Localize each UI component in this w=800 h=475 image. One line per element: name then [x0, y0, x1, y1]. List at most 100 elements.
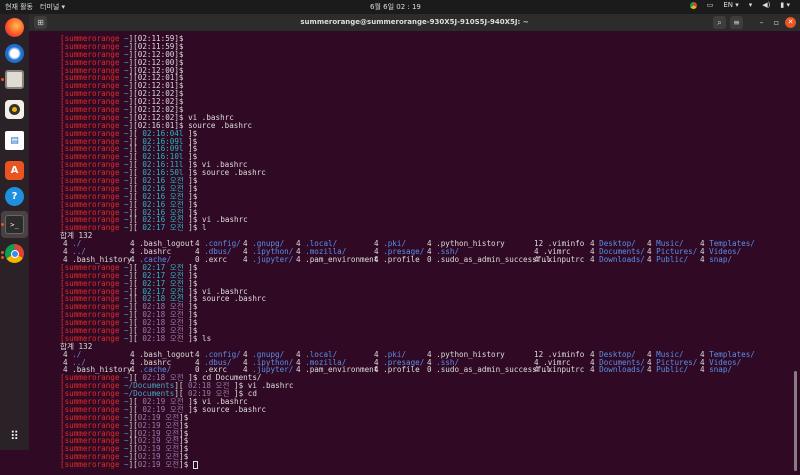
command-text: vi .bashrc — [202, 215, 248, 225]
battery-icon[interactable]: ▮ ▾ — [780, 1, 790, 9]
ls-entry: 4 snap/ — [700, 254, 733, 264]
prompt-symbol: ]$ — [183, 333, 198, 343]
prompt-line: [summerorange ~][ 02:17 오전 ]$ l — [60, 224, 800, 232]
directory-name: .jupyter/ — [252, 254, 294, 264]
prompt-line: [summerorange ~][ 02:18 오전 ]$ ls — [60, 333, 800, 343]
ls-entry: 0 .sudo_as_admin_successful — [427, 254, 550, 264]
terminal-icon[interactable]: >_ — [5, 215, 24, 234]
software-icon[interactable]: A — [5, 161, 24, 180]
top-bar: 현재 활동 터미널 ▾ 6월 6일 02 : 19 ▭ EN ▾ ▾ ◀) ▮ … — [0, 0, 800, 14]
running-indicator — [1, 223, 4, 226]
directory-name: Downloads/ — [599, 254, 645, 264]
file-size: 4 — [534, 365, 539, 375]
command-text: ls — [202, 333, 212, 343]
ls-entry: 4 .profile — [374, 366, 420, 374]
file-size: 0 — [427, 254, 432, 264]
chrome-tray-icon[interactable] — [689, 1, 697, 9]
running-indicator — [1, 78, 4, 81]
running-indicator — [1, 251, 4, 254]
clock[interactable]: 6월 6일 02 : 19 — [370, 2, 421, 12]
dock: ▤ A ? >_ ⠿ — [0, 14, 29, 450]
ls-entry: 4 .xinputrc — [534, 254, 585, 264]
volume-icon[interactable]: ◀) — [762, 1, 770, 9]
ls-entry: 4 Downloads/ — [590, 254, 645, 264]
bracket: ][ — [128, 333, 143, 343]
directory-name: Public/ — [656, 254, 689, 264]
command-text: cd — [247, 389, 257, 399]
app-menu[interactable]: 터미널 ▾ — [40, 2, 65, 12]
file-name: .exrc — [204, 254, 228, 264]
ls-entry: 4 Public/ — [647, 366, 688, 374]
file-size: 4 — [296, 365, 301, 375]
file-name: .pam_environment — [305, 254, 379, 264]
writer-icon[interactable]: ▤ — [5, 131, 24, 150]
terminal-titlebar: ⊞ summerorange@summerorange-930X5J-910S5… — [29, 14, 800, 31]
activities-button[interactable]: 현재 활동 — [5, 2, 33, 12]
file-size: 4 — [374, 365, 379, 375]
file-name: .xinputrc — [543, 254, 585, 264]
directory-name: Downloads/ — [599, 365, 645, 375]
menu-button[interactable]: ≡ — [730, 16, 743, 29]
scrollbar[interactable] — [794, 371, 797, 471]
file-name: .profile — [383, 254, 420, 264]
prompt-time: 02:17 오전 — [142, 223, 184, 233]
prompt-symbol: ]$ — [179, 460, 189, 470]
keyboard-icon[interactable]: ▭ — [707, 1, 714, 9]
file-size: 0 — [427, 365, 432, 375]
file-name: .profile — [383, 365, 420, 375]
ls-entry: 4 .pam_environment — [296, 366, 378, 374]
search-button[interactable]: ⌕ — [713, 16, 726, 29]
firefox-icon[interactable] — [5, 18, 24, 37]
language-selector[interactable]: EN ▾ — [723, 1, 738, 9]
file-size: 4 — [590, 254, 595, 264]
file-size: 4 — [700, 365, 705, 375]
ls-entry: 4 snap/ — [700, 366, 732, 374]
ls-entry: 4 .profile — [374, 254, 420, 264]
running-indicator — [1, 256, 4, 259]
file-size: 4 — [534, 254, 539, 264]
ls-entry: 4 Public/ — [647, 254, 689, 264]
file-size: 4 — [374, 254, 379, 264]
terminal-output[interactable]: [summerorange ~][02:11:59]$ [summerorange… — [60, 35, 800, 475]
thunderbird-icon[interactable] — [5, 44, 24, 63]
command-text: source .bashrc — [201, 168, 266, 178]
maximize-button[interactable]: ▫ — [770, 16, 783, 29]
rhythmbox-icon[interactable] — [5, 100, 24, 119]
file-name: .xinputrc — [543, 365, 585, 375]
file-size: 4 — [243, 254, 248, 264]
window-title: summerorange@summerorange-930X5J-910S5J-… — [300, 18, 529, 26]
minimize-button[interactable]: – — [755, 16, 768, 29]
close-button[interactable]: ✕ — [785, 17, 796, 28]
terminal-cursor — [192, 461, 198, 470]
file-size: 4 — [590, 365, 595, 375]
wifi-icon[interactable]: ▾ — [749, 1, 753, 9]
ls-entry: 0 .sudo_as_admin_successful — [427, 366, 550, 374]
chrome-icon[interactable] — [5, 244, 24, 263]
directory-name: snap/ — [709, 365, 733, 375]
prompt-user: summerorange — [64, 460, 120, 470]
show-applications-icon[interactable]: ⠿ — [5, 426, 24, 445]
ls-entry: 4 .jupyter/ — [243, 254, 294, 264]
prompt-line: [summerorange ~][02:19 오전]$ — [60, 460, 800, 470]
ls-entry: 4 .pam_environment — [296, 254, 379, 264]
file-size: 4 — [296, 254, 301, 264]
directory-name: snap/ — [709, 254, 733, 264]
command-text: source .bashrc — [202, 294, 267, 304]
prompt-symbol: ]$ — [183, 223, 198, 233]
bracket: ][ — [128, 460, 138, 470]
ls-entry: 4 Downloads/ — [590, 366, 645, 374]
files-icon[interactable] — [5, 70, 24, 89]
command-text: source .bashrc — [188, 120, 253, 130]
directory-name: Public/ — [656, 365, 689, 375]
system-tray[interactable]: ▭ EN ▾ ▾ ◀) ▮ ▾ — [689, 1, 790, 9]
command-text: l — [202, 223, 207, 233]
command-text: source .bashrc — [202, 404, 267, 414]
help-icon[interactable]: ? — [5, 187, 24, 206]
file-size: 4 — [700, 254, 705, 264]
ls-entry: 0 .exrc — [195, 254, 228, 264]
ls-entry: 4 .xinputrc — [534, 366, 584, 374]
file-size: 4 — [647, 365, 652, 375]
file-name: .pam_environment — [305, 365, 379, 375]
terminal-view[interactable]: [summerorange ~][02:11:59]$ [summerorange… — [29, 31, 800, 471]
file-size: 4 — [647, 254, 652, 264]
